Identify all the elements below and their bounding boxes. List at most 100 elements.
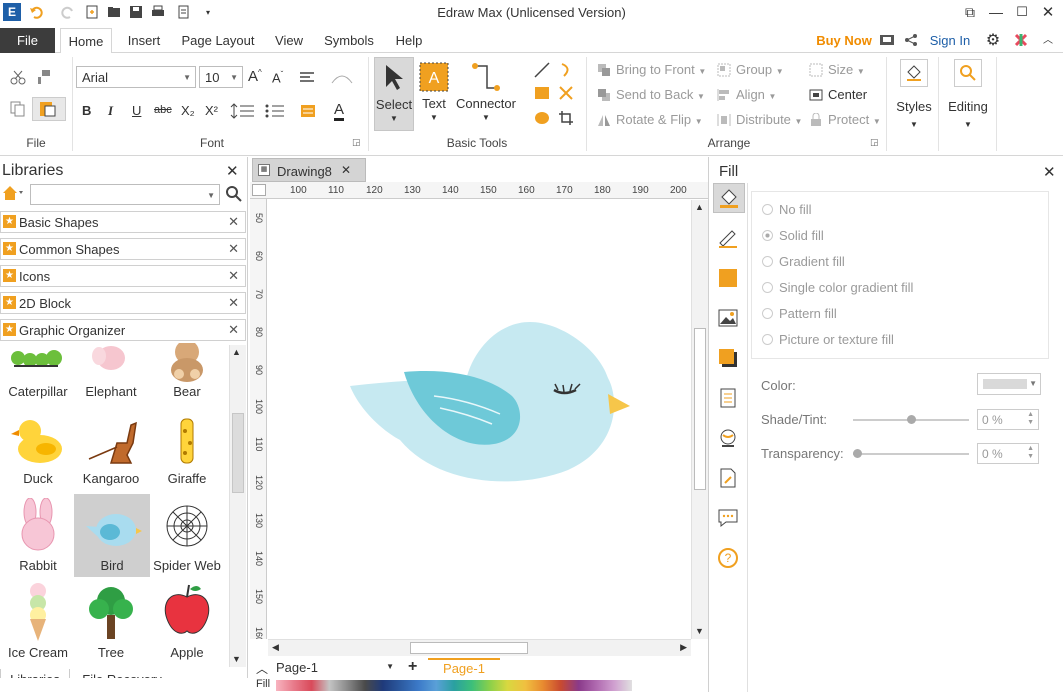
color-swatches[interactable] bbox=[276, 680, 632, 691]
editing-button[interactable]: Editing ▼ bbox=[944, 59, 992, 143]
bird-shape[interactable] bbox=[268, 200, 691, 639]
library-search-input[interactable]: ▼ bbox=[30, 184, 220, 205]
underline-button[interactable]: U bbox=[132, 103, 141, 118]
size-icon[interactable] bbox=[808, 63, 824, 77]
shape-elephant[interactable]: Elephant bbox=[73, 343, 149, 403]
shape-bird[interactable]: Bird bbox=[74, 494, 150, 577]
font-family-select[interactable]: Arial ▼ bbox=[76, 66, 196, 88]
distribute-icon[interactable] bbox=[716, 113, 732, 127]
themes-icon[interactable] bbox=[1012, 28, 1030, 53]
page-tab[interactable]: Page-1 bbox=[428, 658, 500, 678]
shape-apple[interactable]: Apple bbox=[149, 579, 225, 664]
window-restore-icon[interactable]: ⧉ bbox=[962, 4, 978, 20]
select-tool-button[interactable]: Select ▼ bbox=[374, 57, 414, 131]
shape-rabbit[interactable]: Rabbit bbox=[0, 492, 76, 577]
send-to-back-button[interactable]: Send to Back ▼ bbox=[616, 87, 705, 102]
shape-ice-cream[interactable]: Ice Cream bbox=[0, 579, 76, 664]
close-icon[interactable]: ✕ bbox=[1040, 4, 1056, 21]
share-icon[interactable] bbox=[902, 28, 920, 53]
connector-tool-button[interactable]: Connector ▼ bbox=[454, 57, 518, 131]
fill-tool-button[interactable] bbox=[713, 183, 745, 213]
shape-spider-web[interactable]: Spider Web bbox=[149, 492, 225, 577]
fill-option-picture-texture[interactable]: Picture or texture fill bbox=[762, 332, 894, 347]
bring-to-front-icon[interactable] bbox=[596, 63, 612, 77]
scroll-thumb[interactable] bbox=[232, 413, 244, 493]
buy-now-link[interactable]: Buy Now bbox=[812, 28, 876, 53]
tab-symbols[interactable]: Symbols bbox=[318, 28, 380, 53]
group-icon[interactable] bbox=[716, 63, 732, 77]
library-item-basic-shapes[interactable]: ★ Basic Shapes ✕ bbox=[0, 211, 246, 233]
distribute-button[interactable]: Distribute ▼ bbox=[736, 112, 802, 127]
fill-option-single-color-gradient[interactable]: Single color gradient fill bbox=[762, 280, 913, 295]
lock-icon[interactable] bbox=[808, 113, 824, 127]
group-button[interactable]: Group ▼ bbox=[736, 62, 784, 77]
library-item-icons[interactable]: ★ Icons ✕ bbox=[0, 265, 246, 287]
library-item-2d-block[interactable]: ★ 2D Block ✕ bbox=[0, 292, 246, 314]
search-icon[interactable] bbox=[226, 186, 242, 202]
scroll-thumb[interactable] bbox=[694, 328, 706, 490]
superscript-button[interactable]: X² bbox=[205, 103, 218, 118]
color-picker[interactable]: ▼ bbox=[977, 373, 1041, 395]
text-curve-icon[interactable] bbox=[328, 69, 356, 87]
shadow-icon[interactable] bbox=[717, 347, 739, 369]
library-item-common-shapes[interactable]: ★ Common Shapes ✕ bbox=[0, 238, 246, 260]
spinner-icon[interactable]: ▲ ▼ bbox=[1027, 445, 1034, 461]
italic-button[interactable]: I bbox=[108, 103, 113, 119]
line-spacing-icon[interactable] bbox=[228, 101, 258, 121]
close-icon[interactable]: ✕ bbox=[228, 241, 239, 257]
line-tool-icon[interactable] bbox=[532, 61, 552, 79]
fill-option-gradient-fill[interactable]: Gradient fill bbox=[762, 254, 845, 269]
cut-icon[interactable] bbox=[8, 67, 28, 87]
image-icon[interactable] bbox=[717, 307, 739, 329]
close-icon[interactable]: ✕ bbox=[228, 322, 239, 338]
shape-duck[interactable]: Duck bbox=[0, 405, 76, 490]
crop-tool-icon[interactable] bbox=[556, 109, 576, 127]
close-icon[interactable]: ✕ bbox=[228, 268, 239, 284]
send-to-back-icon[interactable] bbox=[596, 88, 612, 102]
tab-home[interactable]: Home bbox=[60, 28, 112, 54]
fill-option-no-fill[interactable]: No fill bbox=[762, 202, 812, 217]
align-icon[interactable] bbox=[716, 88, 732, 102]
tab-insert[interactable]: Insert bbox=[118, 28, 170, 53]
shape-caterpillar[interactable]: Caterpillar bbox=[0, 343, 76, 403]
paragraph-align-icon[interactable] bbox=[296, 69, 318, 87]
center-button[interactable]: Center bbox=[828, 87, 867, 102]
sign-in-link[interactable]: Sign In bbox=[926, 28, 974, 53]
scroll-right-icon[interactable]: ▶ bbox=[680, 642, 687, 653]
slider-thumb[interactable] bbox=[853, 449, 862, 458]
shape-kangaroo[interactable]: Kangaroo bbox=[73, 405, 149, 490]
transparency-input[interactable]: 0 % ▲ ▼ bbox=[977, 443, 1039, 464]
scroll-left-icon[interactable]: ◀ bbox=[272, 642, 279, 653]
close-icon[interactable]: ✕ bbox=[1043, 163, 1056, 181]
shade-tint-input[interactable]: 0 % ▲ ▼ bbox=[977, 409, 1039, 430]
chevron-up-icon[interactable]: ︿ bbox=[256, 660, 268, 677]
scroll-up-icon[interactable]: ▲ bbox=[232, 347, 241, 357]
copy-icon[interactable] bbox=[8, 99, 28, 119]
tab-view[interactable]: View bbox=[268, 28, 310, 53]
line-style-icon[interactable] bbox=[717, 227, 739, 249]
transparency-slider[interactable] bbox=[853, 449, 969, 458]
slider-thumb[interactable] bbox=[907, 415, 916, 424]
center-icon[interactable] bbox=[808, 88, 824, 102]
align-button[interactable]: Align ▼ bbox=[736, 87, 776, 102]
ellipse-tool-icon[interactable] bbox=[532, 109, 552, 127]
close-icon[interactable]: ✕ bbox=[228, 295, 239, 311]
close-icon[interactable]: ✕ bbox=[341, 163, 351, 177]
text-tool-button[interactable]: A Text ▼ bbox=[416, 57, 452, 131]
collapse-ribbon-icon[interactable]: ︿ bbox=[1038, 28, 1058, 53]
shape-giraffe[interactable]: Giraffe bbox=[149, 405, 225, 490]
subscript-button[interactable]: X₂ bbox=[181, 103, 195, 118]
globe-icon[interactable] bbox=[717, 427, 739, 449]
settings-icon[interactable]: ⚙ bbox=[980, 28, 1006, 53]
maximize-icon[interactable]: ☐ bbox=[1014, 4, 1030, 20]
cart-icon[interactable] bbox=[878, 28, 896, 53]
drawing-page[interactable] bbox=[268, 200, 691, 639]
grow-font-button[interactable]: A^ bbox=[248, 68, 262, 85]
spinner-icon[interactable]: ▲ ▼ bbox=[1027, 411, 1034, 427]
rotate-flip-icon[interactable] bbox=[596, 113, 612, 127]
rectangle-tool-icon[interactable] bbox=[532, 84, 552, 102]
styles-button[interactable]: Styles ▼ bbox=[894, 59, 934, 143]
help-icon[interactable]: ? bbox=[717, 547, 739, 569]
rotate-flip-button[interactable]: Rotate & Flip ▼ bbox=[616, 112, 703, 127]
format-painter-icon[interactable] bbox=[34, 67, 54, 87]
